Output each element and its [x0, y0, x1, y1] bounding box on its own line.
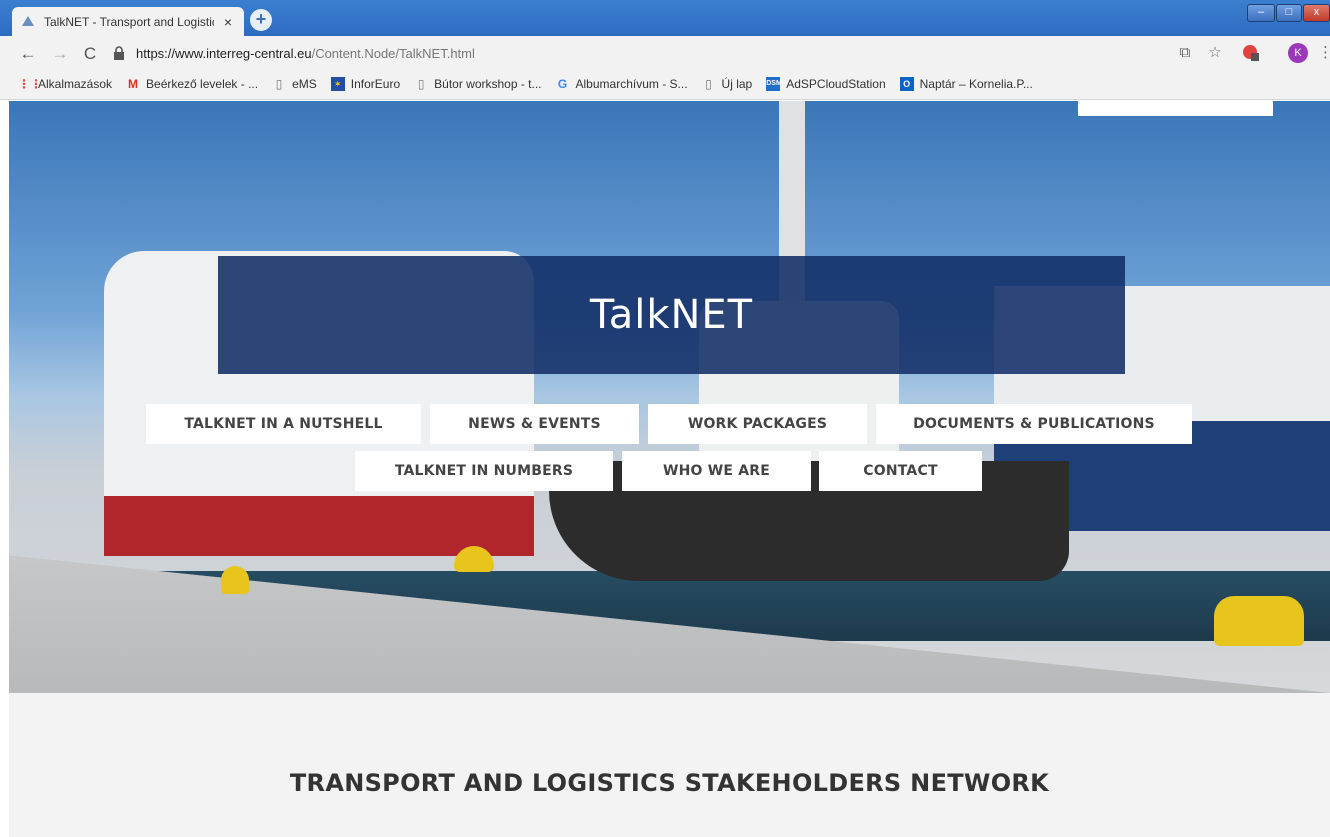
url-path: /Content.Node/TalkNET.html — [311, 45, 475, 61]
window-minimize-button[interactable]: – — [1247, 4, 1275, 22]
nav-contact[interactable]: CONTACT — [819, 451, 982, 491]
bookmark-item[interactable]: M Beérkező levelek - ... — [126, 77, 258, 91]
page-icon: ▯ — [275, 77, 283, 91]
bookmark-label: Naptár – Kornelia.P... — [919, 77, 1033, 91]
page-icon: ▯ — [705, 77, 712, 91]
bookmark-star-icon[interactable]: ☆ — [1206, 44, 1224, 62]
nav-talknet-in-numbers[interactable]: TALKNET IN NUMBERS — [355, 451, 613, 491]
bookmark-item[interactable]: ▯ Bútor workshop - t... — [414, 77, 542, 91]
url-text: https://www.interreg-central.eu/Content.… — [136, 46, 475, 61]
hero-title-box: TalkNET — [218, 256, 1125, 374]
intro-section: TRANSPORT AND LOGISTICS STAKEHOLDERS NET… — [9, 693, 1330, 837]
url-host: https://www.interreg-central.eu — [136, 45, 312, 61]
bookmark-label: Bútor workshop - t... — [434, 77, 542, 91]
lock-icon — [114, 46, 124, 60]
bookmark-label: Alkalmazások — [38, 77, 113, 91]
section-title: TRANSPORT AND LOGISTICS STAKEHOLDERS NET… — [289, 769, 1050, 797]
google-icon: G — [557, 77, 568, 91]
dsm-icon: DSM — [766, 77, 782, 91]
apps-grid-icon: ⋮⋮ — [18, 77, 42, 91]
back-arrow-icon[interactable]: ← — [18, 44, 38, 64]
menu-dots-icon[interactable]: ⋮ — [1318, 44, 1330, 62]
nav-talknet-in-a-nutshell[interactable]: TALKNET IN A NUTSHELL — [146, 404, 421, 444]
bookmark-item[interactable]: ✶ InforEuro — [330, 77, 401, 91]
new-tab-button[interactable]: + — [250, 9, 272, 31]
outlook-icon: O — [899, 77, 914, 91]
gmail-icon: M — [128, 77, 139, 91]
talknet-favicon-icon — [22, 15, 34, 26]
hero-photo-bollard — [1214, 596, 1304, 646]
page-icon: ▯ — [417, 77, 425, 91]
bookmark-label: Beérkező levelek - ... — [146, 77, 259, 91]
translate-icon[interactable]: ⧉ — [1176, 44, 1194, 62]
window-maximize-button[interactable]: □ — [1276, 4, 1302, 22]
forward-arrow-icon[interactable]: → — [50, 44, 70, 64]
bookmark-label: Albumarchívum - S... — [575, 77, 688, 91]
tab-close-icon[interactable]: × — [220, 14, 236, 30]
window-close-button[interactable]: x — [1303, 4, 1330, 22]
reload-icon[interactable]: C — [80, 44, 100, 64]
bookmark-label: InforEuro — [350, 77, 401, 91]
eu-flag-icon: ✶ — [330, 77, 345, 91]
bookmark-item[interactable]: DSM AdSPCloudStation — [766, 77, 886, 91]
address-bar[interactable]: https://www.interreg-central.eu/Content.… — [112, 40, 1182, 66]
bookmark-item[interactable]: G Albumarchívum - S... — [556, 77, 688, 91]
hero-photo-bollard — [221, 566, 249, 594]
bookmark-label: eMS — [292, 77, 317, 91]
bookmark-item[interactable]: ▯ eMS — [272, 77, 317, 91]
bookmarks-bar: ⋮⋮ Alkalmazások M Beérkező levelek - ...… — [0, 69, 1330, 100]
nav-news-events[interactable]: NEWS & EVENTS — [430, 404, 639, 444]
page-left-margin — [0, 101, 9, 837]
extension-icon[interactable] — [1242, 44, 1260, 62]
browser-toolbar: ← → C https://www.interreg-central.eu/Co… — [0, 36, 1330, 69]
tab-title: TalkNET - Transport and Logistic — [44, 14, 214, 29]
bookmark-label: Új lap — [721, 77, 753, 91]
bookmark-item[interactable]: ▯ Új lap — [702, 77, 753, 91]
nav-who-we-are[interactable]: WHO WE ARE — [622, 451, 811, 491]
nav-documents-publications[interactable]: DOCUMENTS & PUBLICATIONS — [876, 404, 1192, 444]
nav-work-packages[interactable]: WORK PACKAGES — [648, 404, 867, 444]
hero-title: TalkNET — [589, 292, 754, 338]
browser-tab-strip: TalkNET - Transport and Logistic × + – □… — [0, 0, 1330, 36]
talknet-logo-strip — [1078, 101, 1273, 116]
profile-avatar[interactable]: K — [1288, 43, 1308, 63]
browser-tab[interactable]: TalkNET - Transport and Logistic × — [12, 7, 244, 36]
bookmark-item[interactable]: ⋮⋮ Alkalmazások — [18, 77, 112, 91]
hero-banner — [9, 101, 1330, 693]
bookmark-label: AdSPCloudStation — [786, 77, 886, 91]
bookmark-item[interactable]: O Naptár – Kornelia.P... — [899, 77, 1033, 91]
